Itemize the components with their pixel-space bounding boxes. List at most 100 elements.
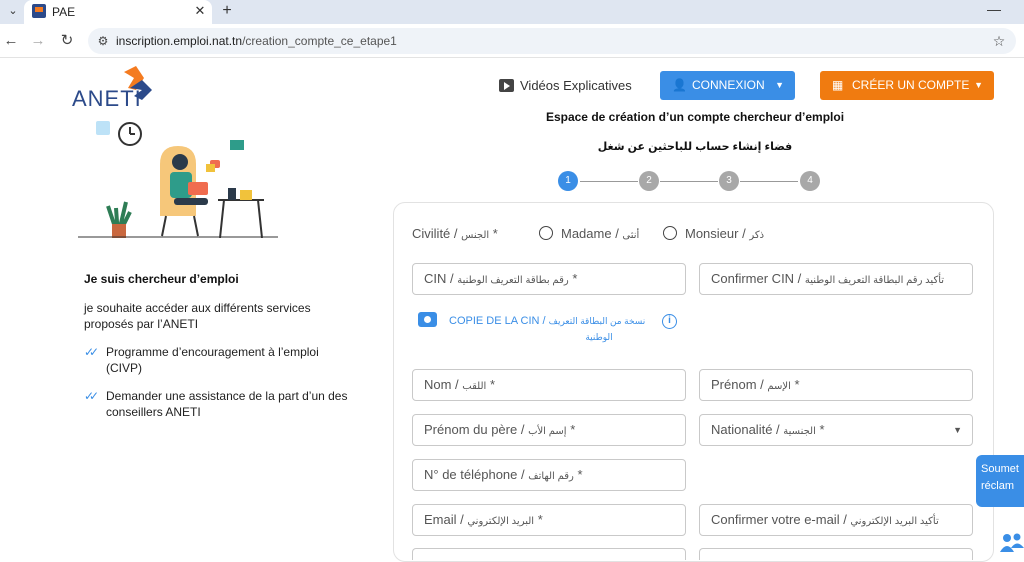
required-star: *: [489, 377, 495, 392]
dropdown-caret-icon: ▼: [953, 425, 962, 435]
step-4: 4: [800, 171, 820, 191]
left-description: je souhaite accéder aux différents servi…: [84, 301, 311, 331]
back-arrow-icon[interactable]: ←: [2, 32, 20, 50]
left-title: Je suis chercheur d’emploi: [84, 272, 239, 286]
required-star: *: [819, 422, 825, 437]
form-icon: ▦: [832, 78, 844, 92]
bookmark-star-icon[interactable]: ☆: [990, 32, 1008, 50]
next-row-input-left[interactable]: [412, 548, 686, 560]
copie-cin-label-fr: COPIE DE LA CIN /: [449, 315, 549, 327]
url-path: /creation_compte_ce_etape1: [242, 34, 397, 48]
confirm-cin-placeholder-ar: تأكيد رقم البطاقة التعريف الوطنية: [804, 275, 945, 286]
creer-compte-button[interactable]: ▦ CRÉER UN COMPTE ▼: [820, 71, 994, 100]
page-content: ANETI Je suis chercheur d’emploi je souh…: [0, 58, 1024, 562]
aneti-logo[interactable]: ANETI: [72, 66, 162, 112]
minimize-button[interactable]: —: [984, 0, 1004, 20]
videos-explicatives-link[interactable]: Vidéos Explicatives: [499, 78, 632, 96]
info-icon[interactable]: i: [662, 314, 677, 329]
copie-cin-label: COPIE DE LA CIN / نسخة من البطاقة التعري…: [449, 315, 645, 327]
left-info-panel: Je suis chercheur d’emploi je souhaite a…: [84, 272, 354, 420]
copie-cin-label-ar: نسخة من البطاقة التعريف: [548, 316, 646, 326]
prenom-placeholder: Prénom /: [711, 377, 768, 392]
step-3: 3: [719, 171, 739, 191]
required-star: *: [794, 377, 800, 392]
civilite-label-ar: الجنس: [461, 230, 490, 241]
step-connector: [660, 181, 718, 182]
list-item: ✓✓ Demander une assistance de la part d’…: [84, 388, 354, 420]
confirm-cin-input[interactable]: Confirmer CIN / تأكيد رقم البطاقة التعري…: [699, 263, 973, 295]
madame-label: Madame /: [561, 226, 623, 241]
tab-search-icon[interactable]: ⌄: [4, 2, 22, 20]
step-progress: 1 2 3 4: [558, 171, 820, 191]
nationalite-placeholder-ar: الجنسية: [783, 426, 816, 437]
site-settings-icon[interactable]: ⚙: [94, 32, 112, 50]
required-star: *: [537, 512, 543, 527]
form-title: Espace de création d’un compte chercheur…: [545, 110, 845, 124]
radio-circle-icon: [539, 226, 553, 240]
job-seeker-illustration: [78, 121, 278, 238]
browser-tab[interactable]: PAE ✕: [24, 0, 212, 24]
double-check-icon: ✓✓: [84, 389, 99, 403]
prenom-input[interactable]: Prénom / الإسم *: [699, 369, 973, 401]
videos-label: Vidéos Explicatives: [520, 78, 632, 93]
url-text: inscription.emploi.nat.tn/creation_compt…: [116, 34, 397, 48]
required-star: *: [489, 226, 498, 241]
new-tab-button[interactable]: +: [218, 2, 236, 20]
reclamation-label-2: réclam: [981, 480, 1015, 492]
url-input[interactable]: ⚙ inscription.emploi.nat.tn/creation_com…: [88, 28, 1016, 54]
next-row-input-right[interactable]: [699, 548, 973, 560]
nom-input[interactable]: Nom / اللقب *: [412, 369, 686, 401]
step-connector: [580, 181, 638, 182]
telephone-placeholder: N° de téléphone /: [424, 467, 529, 482]
monsieur-label-ar: ذكر: [749, 230, 765, 241]
address-bar-row: ← → ↻ ⚙ inscription.emploi.nat.tn/creati…: [0, 24, 1024, 58]
madame-label-ar: أنثى: [622, 230, 640, 241]
prenom-pere-input[interactable]: Prénom du père / إسم الأب *: [412, 414, 686, 446]
required-star: *: [577, 467, 583, 482]
connexion-label: CONNEXION: [692, 78, 765, 92]
add-photo-icon: [418, 312, 437, 327]
form-title-arabic: فضاء إنشاء حساب للباحثين عن شغل: [597, 141, 793, 153]
telephone-input[interactable]: N° de téléphone / رقم الهاتف *: [412, 459, 686, 491]
user-key-icon: 👤: [672, 78, 687, 92]
chevron-down-icon: ▼: [974, 80, 983, 90]
nom-placeholder-ar: اللقب: [462, 381, 487, 392]
email-placeholder-ar: البريد الإلكتروني: [467, 516, 535, 527]
reload-icon[interactable]: ↻: [58, 32, 76, 50]
forward-arrow-icon[interactable]: →: [29, 32, 47, 50]
cin-placeholder: CIN /: [424, 271, 458, 286]
prenom-pere-placeholder: Prénom du père /: [424, 422, 529, 437]
telephone-placeholder-ar: رقم الهاتف: [528, 471, 574, 482]
step-1: 1: [558, 171, 578, 191]
nationalite-placeholder: Nationalité /: [711, 422, 784, 437]
required-star: *: [572, 271, 578, 286]
double-check-icon: ✓✓: [84, 345, 99, 359]
people-icon[interactable]: [1000, 532, 1024, 552]
prenom-placeholder-ar: الإسم: [767, 381, 791, 392]
confirm-cin-placeholder: Confirmer CIN /: [711, 271, 805, 286]
civilite-label: Civilité / الجنس *: [412, 226, 498, 241]
creer-label: CRÉER UN COMPTE: [852, 78, 970, 92]
radio-monsieur[interactable]: Monsieur / ذكر: [663, 226, 764, 241]
confirm-email-input[interactable]: Confirmer votre e-mail / تأكيد البريد ال…: [699, 504, 973, 536]
email-input[interactable]: Email / البريد الإلكتروني *: [412, 504, 686, 536]
step-2: 2: [639, 171, 659, 191]
required-star: *: [570, 422, 576, 437]
connexion-button[interactable]: 👤 CONNEXION ▼: [660, 71, 795, 100]
list-item-label: Demander une assistance de la part d’un …: [106, 389, 348, 419]
radio-madame[interactable]: Madame / أنثى: [539, 226, 639, 241]
favicon-icon: [32, 4, 46, 18]
nationalite-select[interactable]: Nationalité / الجنسية * ▼: [699, 414, 973, 446]
cin-input[interactable]: CIN / رقم بطاقة التعريف الوطنية *: [412, 263, 686, 295]
email-placeholder: Email /: [424, 512, 468, 527]
list-item: ✓✓ Programme d’encouragement à l’emploi …: [84, 344, 354, 376]
reclamation-button[interactable]: Soumet réclam: [976, 455, 1024, 507]
cin-placeholder-ar: رقم بطاقة التعريف الوطنية: [457, 275, 569, 286]
tab-title: PAE: [52, 5, 76, 19]
logo-text: ANETI: [72, 86, 142, 111]
monsieur-label: Monsieur /: [685, 226, 750, 241]
list-item-label: Programme d’encouragement à l’emploi (CI…: [106, 345, 319, 375]
tab-close-icon[interactable]: ✕: [192, 3, 208, 19]
prenom-pere-placeholder-ar: إسم الأب: [528, 426, 567, 437]
confirm-email-placeholder-ar: تأكيد البريد الإلكتروني: [850, 516, 939, 527]
